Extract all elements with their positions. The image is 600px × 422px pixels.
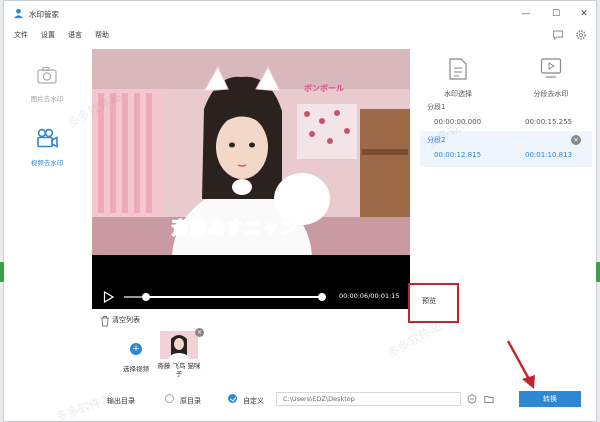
video-thumbnail[interactable] — [160, 331, 198, 359]
radio-original-label: 原目录 — [180, 397, 201, 405]
side-accent-left — [0, 262, 4, 282]
segment-2-row[interactable] — [420, 131, 592, 167]
seek-bar[interactable] — [124, 293, 326, 301]
sidebar-item-label: 视频去水印 — [30, 159, 64, 167]
menu-bar: 文件 设置 语言 帮助 — [4, 27, 596, 44]
preview-label: 预览 — [422, 297, 436, 305]
menu-settings[interactable]: 设置 — [41, 30, 55, 40]
convert-button[interactable]: 转换 — [519, 391, 581, 407]
minimize-button[interactable]: — — [519, 7, 533, 21]
segment-2-end[interactable]: 00:01:10.813 — [525, 151, 572, 159]
time-display: 00:00:06/00:01:15 — [339, 292, 400, 300]
document-icon — [449, 58, 467, 80]
remove-video-button[interactable]: × — [195, 328, 204, 337]
segment-start-handle[interactable] — [142, 293, 150, 301]
app-logo-icon — [13, 8, 24, 19]
radio-custom-label: 自定义 — [243, 397, 264, 405]
trash-icon[interactable] — [100, 315, 110, 327]
clear-list-button[interactable]: 清空列表 — [112, 315, 140, 325]
app-window: 水印管家 — ☐ ✕ 文件 设置 语言 帮助 图片去水印 视频去水印 斎藤あすニ… — [3, 0, 597, 422]
radio-custom-dir[interactable] — [228, 394, 237, 403]
minus-circle-icon[interactable] — [467, 394, 477, 404]
output-dir-label: 输出目录 — [107, 397, 135, 405]
segment-1-end[interactable]: 00:00:15.255 — [525, 118, 572, 126]
window-title: 水印管家 — [29, 10, 59, 19]
sidebar-item-image[interactable]: 图片去水印 — [14, 61, 80, 111]
video-thumbnail-image — [160, 331, 198, 359]
video-banner: ボンボール — [304, 84, 344, 93]
watermark-select-label: 水印选择 — [444, 90, 472, 98]
video-caption: 斎藤あすニャン — [171, 218, 298, 239]
radio-original-dir[interactable] — [165, 394, 174, 403]
video-camera-icon — [37, 128, 58, 148]
video-item-label: 斋藤 飞鸟 猫咪子 — [157, 362, 201, 378]
menu-language[interactable]: 语言 — [68, 30, 82, 40]
segment-delete-button[interactable]: × — [571, 135, 581, 145]
segment-1-start[interactable]: 00:00:00.000 — [434, 118, 481, 126]
segment-1-title: 分段1 — [427, 103, 446, 111]
settings-gear-icon[interactable] — [575, 29, 587, 41]
segment-2-title: 分段2 — [427, 136, 446, 144]
segment-end-handle[interactable] — [318, 293, 326, 301]
sidebar: 图片去水印 视频去水印 — [4, 45, 90, 345]
segment-remove-label: 分段去水印 — [533, 90, 569, 98]
sidebar-item-label: 图片去水印 — [30, 95, 64, 103]
menu-file[interactable]: 文件 — [14, 30, 28, 40]
player-controls: 00:00:06/00:01:15 — [92, 285, 410, 309]
output-path-input[interactable] — [276, 392, 461, 406]
video-player[interactable]: 斎藤あすニャン ボンボール 00:00:06/00:01:15 — [92, 49, 410, 309]
monitor-play-icon — [540, 58, 562, 78]
folder-icon[interactable] — [484, 394, 494, 404]
add-video-icon: + — [130, 343, 142, 355]
red-arrow-icon — [506, 340, 535, 389]
select-video-tile[interactable]: + 选择视频 — [116, 331, 156, 379]
file-list: 清空列表 + 选择视频 × 斋藤 飞鸟 猫咪子 — [92, 313, 410, 383]
image-icon — [37, 67, 57, 84]
menu-help[interactable]: 帮助 — [95, 30, 109, 40]
side-accent-right — [596, 262, 600, 282]
close-button[interactable]: ✕ — [577, 7, 591, 21]
play-icon[interactable] — [103, 291, 114, 303]
segment-2-start[interactable]: 00:00:12.815 — [434, 151, 481, 159]
chat-icon[interactable] — [552, 29, 564, 41]
maximize-button[interactable]: ☐ — [549, 7, 563, 21]
sidebar-item-video[interactable]: 视频去水印 — [14, 125, 80, 175]
video-frame: 斎藤あすニャン ボンボール — [92, 49, 410, 255]
right-panel: 水印选择 分段去水印 分段1 00:00:00.000 00:00:15.255… — [410, 45, 598, 315]
title-bar: 水印管家 — ☐ ✕ — [4, 1, 596, 27]
preview-button[interactable]: 预览 — [408, 283, 459, 323]
seek-progress — [146, 296, 322, 298]
select-video-label: 选择视频 — [123, 365, 149, 373]
